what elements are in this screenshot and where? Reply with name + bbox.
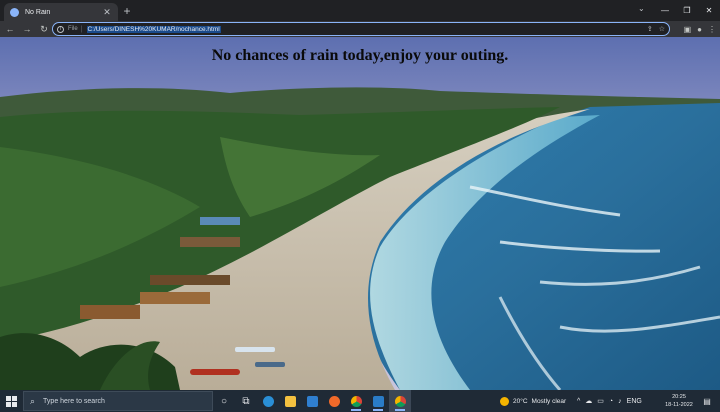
browser-tab[interactable]: No Rain ✕ [4, 3, 118, 21]
edge-icon[interactable] [257, 390, 279, 412]
close-window-icon[interactable]: ✕ [698, 0, 720, 20]
reload-icon[interactable]: ↻ [37, 22, 51, 36]
notification-icon[interactable]: ▤ [701, 395, 713, 407]
page-heading: No chances of rain today,enjoy your outi… [211, 47, 509, 64]
cortana-icon[interactable]: ○ [213, 390, 235, 412]
divider: | [80, 25, 83, 33]
taskbar-clock[interactable]: 20:25 18-11-2022 [662, 393, 696, 409]
side-panel-icon[interactable]: ▣ [684, 25, 692, 34]
windows-taskbar: ⌕ Type here to search ○ ⧉ 20°C Mostly cl… [0, 390, 720, 412]
new-tab-button[interactable]: + [121, 4, 133, 18]
tab-strip: No Rain ✕ + ⌄ — ❐ ✕ [0, 0, 720, 21]
minimize-icon[interactable]: — [654, 0, 676, 20]
vscode-icon[interactable] [367, 390, 389, 412]
weather-temp: 20°C [513, 397, 528, 405]
restore-icon[interactable]: ❐ [676, 0, 698, 20]
system-tray: ^ ☁ ▭ ◔ ♪ ENG [577, 390, 642, 412]
tab-search-icon[interactable]: ⌄ [638, 4, 645, 13]
network-icon[interactable]: ◔ [609, 398, 613, 405]
window-controls: — ❐ ✕ [654, 0, 720, 20]
share-icon[interactable]: ⇪ [647, 25, 653, 33]
weather-widget[interactable]: 20°C Mostly clear [500, 390, 566, 412]
weather-condition: Mostly clear [531, 397, 567, 405]
screen: No Rain ✕ + ⌄ — ❐ ✕ ← → ↻ i File | C:/Us… [0, 0, 720, 412]
search-icon: ⌕ [30, 395, 36, 406]
browser-toolbar: ← → ↻ i File | C:/Users/DINESH%20KUMAR/n… [0, 21, 720, 37]
windows-logo-icon [5, 395, 17, 407]
taskbar-search[interactable]: ⌕ Type here to search [23, 391, 213, 411]
weather-sun-icon [500, 396, 509, 406]
file-explorer-icon[interactable] [279, 390, 301, 412]
chrome-icon[interactable] [345, 390, 367, 412]
url-text[interactable]: C:/Users/DINESH%20KUMAR/nochance.html [86, 25, 221, 33]
volume-icon[interactable]: ♪ [618, 398, 622, 405]
omnibox-actions: ⇪ ☆ [647, 25, 665, 33]
start-button[interactable] [0, 390, 22, 412]
close-tab-icon[interactable]: ✕ [102, 7, 112, 18]
globe-icon [10, 7, 19, 17]
address-bar[interactable]: i File | C:/Users/DINESH%20KUMAR/nochanc… [52, 22, 670, 36]
task-view-icon[interactable]: ⧉ [235, 390, 257, 412]
mail-icon[interactable] [301, 390, 323, 412]
battery-icon[interactable]: ▭ [597, 397, 604, 405]
chrome-window-icon[interactable] [389, 390, 411, 412]
clock-date: 18-11-2022 [665, 402, 693, 408]
search-placeholder: Type here to search [43, 397, 105, 405]
page-content: No chances of rain today,enjoy your outi… [0, 37, 720, 390]
back-icon[interactable]: ← [3, 22, 17, 36]
toolbar-actions: ▣ ● ⋮ [684, 22, 716, 36]
clock-time: 20:25 [672, 394, 686, 400]
tab-title: No Rain [25, 8, 51, 16]
beach-background-image [0, 37, 720, 390]
menu-icon[interactable]: ⋮ [708, 25, 716, 34]
cloud-icon[interactable]: ☁ [585, 397, 592, 405]
language-indicator[interactable]: ENG [627, 398, 642, 405]
chevron-up-icon[interactable]: ^ [577, 398, 580, 405]
bookmark-star-icon[interactable]: ☆ [659, 25, 665, 33]
scheme-label: File [68, 26, 78, 32]
profile-icon[interactable]: ● [697, 25, 702, 34]
info-icon[interactable]: i [57, 25, 64, 33]
forward-icon[interactable]: → [20, 22, 34, 36]
firefox-icon[interactable] [323, 390, 345, 412]
